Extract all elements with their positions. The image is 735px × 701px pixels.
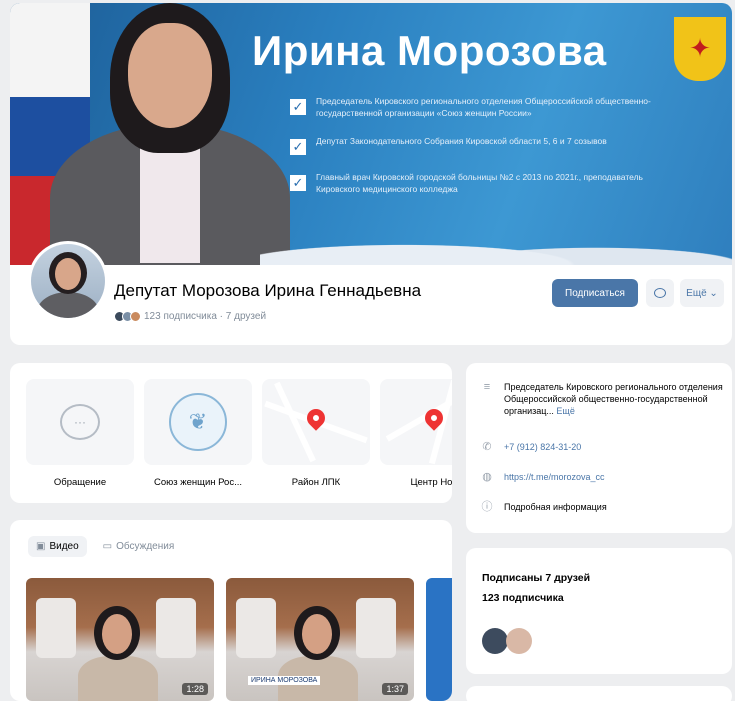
- friends-title[interactable]: Подписаны 7 друзей: [482, 572, 590, 584]
- video-duration: 1:28: [182, 683, 208, 695]
- video-caption: ИРИНА МОРОЗОВА: [248, 676, 321, 685]
- subscribe-button[interactable]: Подписаться: [552, 279, 638, 307]
- link-tile[interactable]: Район ЛПК: [262, 379, 370, 488]
- more-button[interactable]: Ещё ⌄: [680, 279, 724, 307]
- tab-discussions[interactable]: ▭ Обсуждения: [95, 536, 183, 557]
- message-icon: [654, 288, 666, 298]
- phone-icon: ✆: [482, 441, 492, 453]
- video-card: ▣ Видео ▭ Обсуждения 1:28 ИРИНА МОРОЗОВА…: [10, 520, 452, 701]
- subscribers-count[interactable]: 123 подписчика: [482, 592, 564, 604]
- profile-meta[interactable]: 123 подписчика · 7 друзей: [114, 311, 266, 322]
- cover-bullet: ✓ Председатель Кировского регионального …: [290, 95, 670, 119]
- info-icon: ⓘ: [481, 501, 493, 513]
- clouds-decoration: [260, 225, 732, 265]
- check-icon: ✓: [290, 99, 306, 115]
- seal-icon: ❦: [169, 393, 227, 451]
- info-link[interactable]: ◍ https://t.me/morozova_cc: [480, 471, 604, 483]
- video-thumbnail[interactable]: ИРИНА МОРОЗОВА 1:37: [226, 578, 414, 701]
- coat-of-arms-icon: ✦: [674, 17, 726, 81]
- next-card: [466, 686, 732, 701]
- profile-header: Депутат Морозова Ирина Геннадьевна 123 п…: [10, 241, 732, 345]
- link-tile[interactable]: ··· Обращение: [26, 379, 134, 488]
- menu-lines-icon: ≡: [483, 381, 491, 393]
- link-tile[interactable]: ❦ Союз женщин Рос...: [144, 379, 252, 488]
- info-phone[interactable]: ✆ +7 (912) 824-31-20: [480, 441, 581, 453]
- comment-icon: ▭: [102, 541, 113, 552]
- cover-photo: [50, 3, 290, 265]
- video-icon: ▣: [36, 541, 46, 552]
- profile-name: Депутат Морозова Ирина Геннадьевна: [114, 281, 422, 300]
- cover-banner: Ирина Морозова ✦ ✓ Председатель Кировско…: [10, 3, 732, 265]
- check-icon: ✓: [290, 139, 306, 155]
- video-duration: 1:37: [382, 683, 408, 695]
- link-tile[interactable]: Центр Нов: [380, 379, 452, 488]
- check-icon: ✓: [290, 175, 306, 191]
- cover-title: Ирина Морозова: [252, 27, 607, 74]
- info-details[interactable]: ⓘ Подробная информация: [480, 501, 724, 513]
- friend-avatars: [114, 311, 141, 322]
- info-card: ≡ Председатель Кировского регионального …: [466, 363, 732, 533]
- video-thumbnail-partial[interactable]: [426, 578, 452, 701]
- message-button[interactable]: [646, 279, 674, 307]
- friends-card: Подписаны 7 друзей 123 подписчика: [466, 548, 732, 674]
- chat-icon: ···: [60, 404, 100, 440]
- friend-avatar[interactable]: [482, 628, 508, 654]
- globe-icon: ◍: [482, 471, 492, 483]
- info-description: ≡ Председатель Кировского регионального …: [480, 381, 724, 417]
- links-card: ··· Обращение ❦ Союз женщин Рос... Район…: [10, 363, 452, 503]
- video-thumbnail[interactable]: 1:28: [26, 578, 214, 701]
- tab-video[interactable]: ▣ Видео: [28, 536, 87, 557]
- friend-avatar[interactable]: [506, 628, 532, 654]
- cover-bullet: ✓ Главный врач Кировской городской больн…: [290, 171, 670, 195]
- cover-bullet: ✓ Депутат Законодательного Собрания Киро…: [290, 135, 670, 155]
- show-more-link[interactable]: Ещё: [556, 406, 574, 416]
- avatar[interactable]: [28, 241, 108, 321]
- cover-bullets: ✓ Председатель Кировского регионального …: [290, 95, 670, 211]
